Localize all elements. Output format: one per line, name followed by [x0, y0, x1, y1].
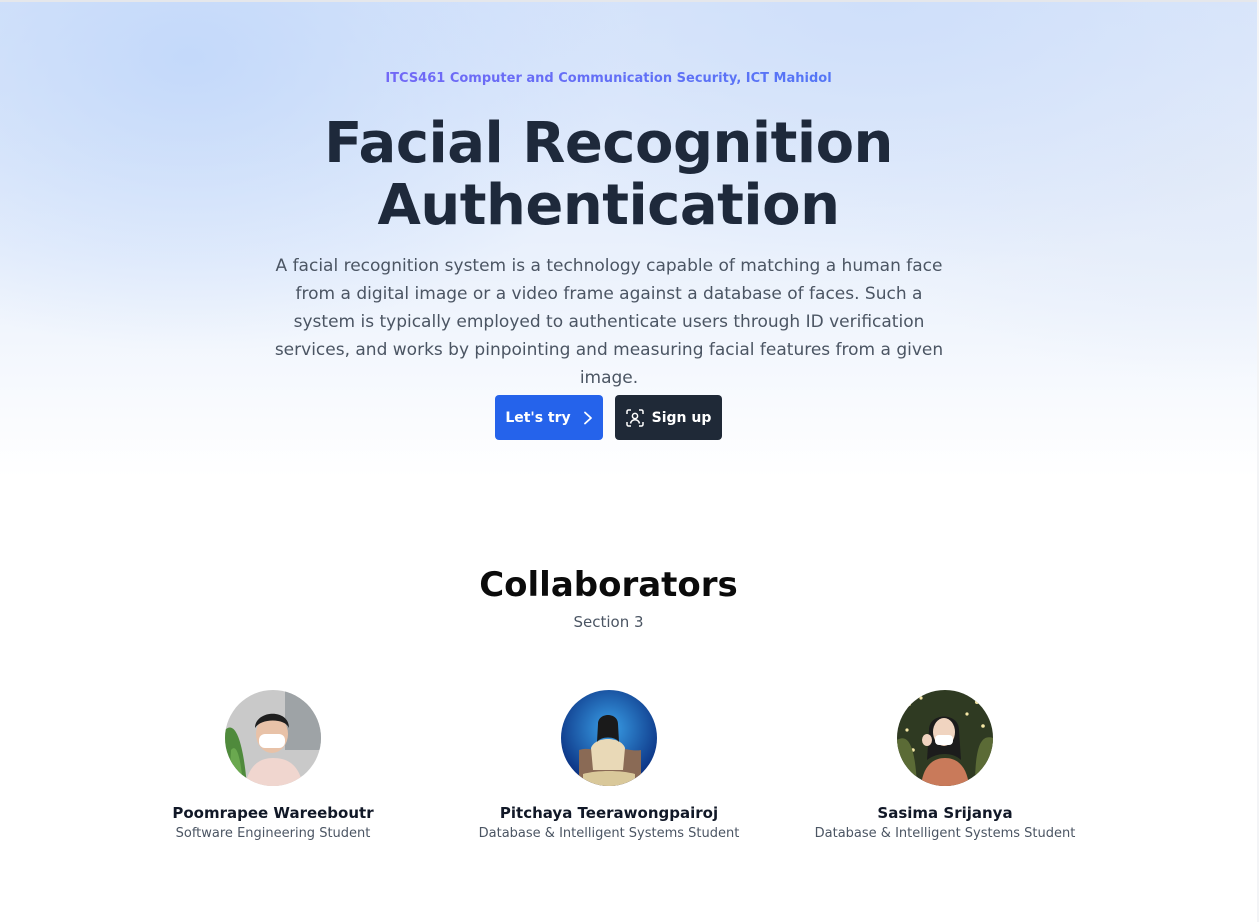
collaborator-role: Database & Intelligent Systems Student: [478, 826, 740, 841]
collaborators-heading: Collaborators: [479, 565, 738, 605]
lets-try-label: Let's try: [505, 409, 571, 426]
sign-up-button[interactable]: Sign up: [615, 395, 722, 440]
title-line-2: Authentication: [377, 173, 840, 238]
avatar: [897, 690, 993, 786]
page-title: Facial Recognition Authentication: [0, 113, 1217, 237]
collaborator-name: Sasima Srijanya: [877, 804, 1013, 822]
collaborator-card: Sasima Srijanya Database & Intelligent S…: [795, 690, 1095, 841]
avatar: [225, 690, 321, 786]
course-label: ITCS461 Computer and Communication Secur…: [0, 71, 1217, 86]
collaborator-role: Software Engineering Student: [175, 826, 371, 841]
collaborator-card: Pitchaya Teerawongpairoj Database & Inte…: [459, 690, 759, 841]
sign-up-label: Sign up: [651, 409, 712, 426]
collaborator-role: Database & Intelligent Systems Student: [814, 826, 1076, 841]
collaborators-subtitle: Section 3: [573, 613, 644, 631]
chevron-right-icon: [583, 411, 592, 424]
title-line-1: Facial Recognition: [324, 111, 893, 176]
lets-try-button[interactable]: Let's try: [495, 395, 603, 440]
hero-description: A facial recognition system is a technol…: [274, 256, 944, 388]
collaborator-card: Poomrapee Wareeboutr Software Engineerin…: [123, 690, 423, 841]
collaborator-name: Poomrapee Wareeboutr: [172, 804, 374, 822]
avatar: [561, 690, 657, 786]
collaborator-name: Pitchaya Teerawongpairoj: [499, 804, 719, 822]
face-scan-icon: [625, 408, 644, 427]
